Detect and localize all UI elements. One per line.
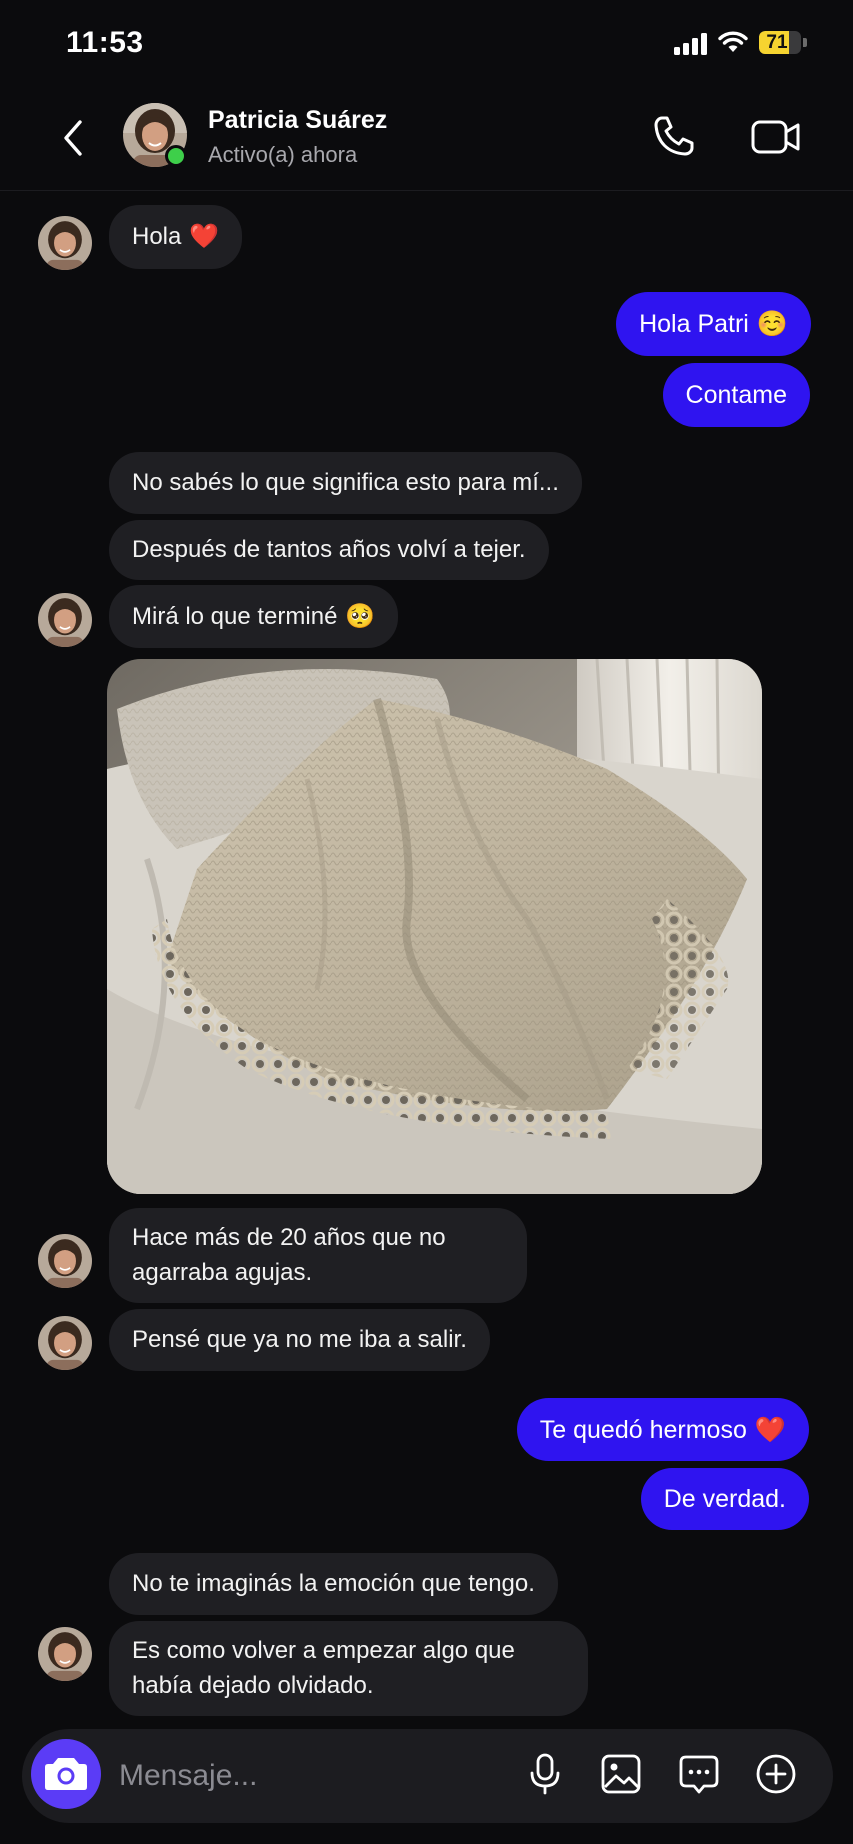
battery-tip xyxy=(803,38,807,47)
battery-icon: 71 xyxy=(759,31,801,54)
sender-avatar[interactable] xyxy=(38,593,92,647)
message-text: Es como volver a empezar algo que había … xyxy=(132,1637,515,1699)
sender-avatar[interactable] xyxy=(38,216,92,270)
message-text: Te quedó hermoso xyxy=(539,1415,747,1444)
smiling-emoji: ☺️ xyxy=(756,310,788,338)
incoming-message[interactable]: Es como volver a empezar algo que había … xyxy=(109,1621,588,1716)
image-icon[interactable] xyxy=(598,1751,644,1797)
outgoing-message[interactable]: Te quedó hermoso ❤️ xyxy=(516,1398,809,1461)
incoming-message[interactable]: Mirá lo que terminé 🥺 xyxy=(109,585,399,648)
plus-circle-icon[interactable] xyxy=(753,1751,799,1797)
outgoing-message[interactable]: De verdad. xyxy=(640,1468,809,1530)
message-text: Hola xyxy=(132,223,182,250)
chat-bubble-icon[interactable] xyxy=(676,1751,722,1797)
sender-avatar[interactable] xyxy=(38,1627,92,1681)
microphone-icon[interactable] xyxy=(522,1751,568,1797)
chat-header: Patricia Suárez Activo(a) ahora xyxy=(0,90,853,191)
back-button[interactable] xyxy=(50,112,94,164)
message-text: No sabés lo que significa esto para mí..… xyxy=(132,469,559,496)
message-text: Hola Patri xyxy=(639,310,749,338)
outgoing-message[interactable]: Contame xyxy=(662,363,810,427)
message-text: Pensé que ya no me iba a salir. xyxy=(132,1326,467,1353)
contact-status: Activo(a) ahora xyxy=(208,142,358,167)
incoming-message[interactable]: Después de tantos años volví a tejer. xyxy=(109,520,549,580)
incoming-message[interactable]: Hace más de 20 años que no agarraba aguj… xyxy=(109,1208,527,1303)
cellular-signal-icon xyxy=(674,33,708,55)
sender-avatar[interactable] xyxy=(38,1316,92,1370)
contact-name[interactable]: Patricia Suárez xyxy=(208,106,387,135)
knitted-blanket-photo[interactable] xyxy=(107,659,762,1194)
outgoing-message[interactable]: Hola Patri ☺️ xyxy=(616,292,811,356)
heart-emoji: ❤️ xyxy=(189,223,220,250)
message-text: Hace más de 20 años que no agarraba aguj… xyxy=(132,1224,446,1286)
message-text: De verdad. xyxy=(663,1485,786,1513)
status-bar: 11:53 71 xyxy=(0,0,853,90)
status-time: 11:53 xyxy=(66,26,144,59)
message-text: No te imaginás la emoción que tengo. xyxy=(132,1570,535,1597)
phone-icon[interactable] xyxy=(648,112,698,162)
incoming-message[interactable]: Hola ❤️ xyxy=(109,205,243,269)
message-text: Después de tantos años volví a tejer. xyxy=(132,536,526,563)
sender-avatar[interactable] xyxy=(38,1234,92,1288)
video-camera-icon[interactable] xyxy=(748,112,804,162)
incoming-message[interactable]: No te imaginás la emoción que tengo. xyxy=(109,1553,558,1615)
heart-emoji: ❤️ xyxy=(754,1415,786,1444)
pleading-face-emoji: 🥺 xyxy=(345,602,376,630)
battery-level: 71 xyxy=(766,32,788,53)
incoming-message[interactable]: No sabés lo que significa esto para mí..… xyxy=(109,452,582,514)
incoming-message[interactable]: Pensé que ya no me iba a salir. xyxy=(109,1309,490,1371)
camera-icon[interactable] xyxy=(31,1739,101,1809)
wifi-icon xyxy=(718,31,748,52)
message-text: Mirá lo que terminé xyxy=(132,602,338,630)
message-input[interactable] xyxy=(117,1745,421,1807)
online-indicator xyxy=(165,145,187,167)
message-composer xyxy=(22,1729,833,1823)
message-text: Contame xyxy=(685,381,787,409)
